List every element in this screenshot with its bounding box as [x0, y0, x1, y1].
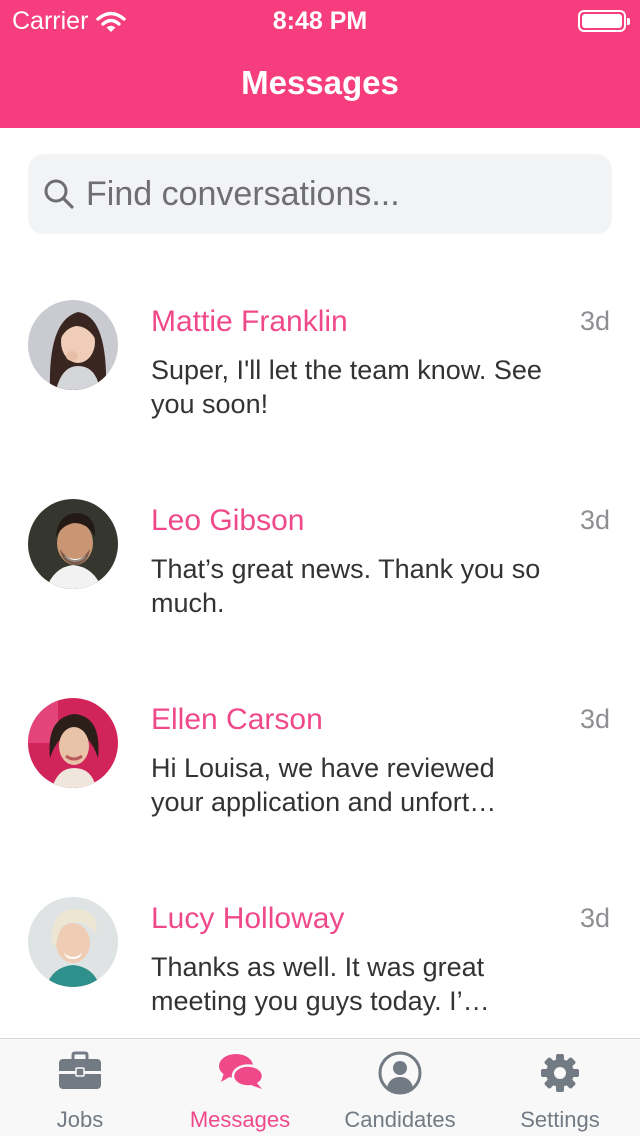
- page-title: Messages: [241, 64, 399, 101]
- search-input[interactable]: [86, 174, 586, 214]
- tab-settings[interactable]: Settings: [480, 1039, 640, 1136]
- contact-name: Mattie Franklin: [151, 305, 348, 338]
- nav-header: Carrier 8:48 PM Messages: [0, 0, 640, 128]
- tab-label: Jobs: [56, 1107, 104, 1132]
- timestamp: 3d: [579, 306, 610, 336]
- chat-bubbles-icon: [219, 1054, 264, 1089]
- avatar: [28, 698, 118, 788]
- contact-name: Ellen Carson: [151, 703, 323, 736]
- search-icon: [44, 179, 74, 209]
- battery-icon: [578, 10, 630, 32]
- conversation-row[interactable]: Leo Gibson 3d That’s great news. Thank y…: [0, 499, 640, 698]
- avatar: [28, 300, 118, 390]
- tab-messages[interactable]: Messages: [160, 1039, 320, 1136]
- user-circle-icon: [378, 1051, 422, 1095]
- timestamp: 3d: [579, 704, 610, 734]
- tab-jobs[interactable]: Jobs: [0, 1039, 160, 1136]
- conversation-row[interactable]: Mattie Franklin 3d Super, I'll let the t…: [0, 300, 640, 499]
- message-preview: Thanks as well. It was great meeting you…: [151, 952, 490, 1016]
- tab-label: Candidates: [344, 1107, 456, 1132]
- message-preview: That’s great news. Thank you so much.: [151, 554, 541, 618]
- timestamp: 3d: [579, 505, 610, 535]
- search-bar[interactable]: [28, 154, 612, 234]
- clock: 8:48 PM: [272, 7, 368, 35]
- tab-candidates[interactable]: Candidates: [320, 1039, 480, 1136]
- briefcase-icon: [59, 1051, 101, 1089]
- message-preview: Super, I'll let the team know. See you s…: [151, 355, 542, 419]
- contact-name: Leo Gibson: [151, 504, 305, 537]
- message-preview: Hi Louisa, we have reviewed your applica…: [151, 753, 497, 817]
- conversation-row[interactable]: Ellen Carson 3d Hi Louisa, we have revie…: [0, 698, 640, 897]
- status-bar: Carrier 8:48 PM: [0, 0, 640, 40]
- tab-label: Settings: [520, 1107, 600, 1132]
- tab-bar: Jobs Messages Candidates Settings: [0, 1038, 640, 1136]
- contact-name: Lucy Holloway: [151, 902, 345, 935]
- tab-label: Messages: [189, 1107, 291, 1132]
- timestamp: 3d: [579, 903, 610, 933]
- avatar: [28, 897, 118, 987]
- avatar: [28, 499, 118, 589]
- gear-icon: [541, 1054, 579, 1092]
